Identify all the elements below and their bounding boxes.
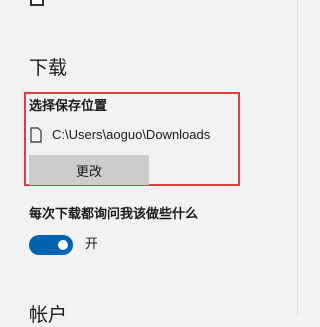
download-path: C:\Users\aoguo\Downloads — [52, 127, 211, 142]
file-icon — [30, 127, 42, 143]
choose-location-label: 选择保存位置 — [29, 99, 108, 114]
ask-toggle-row: 开 — [29, 235, 98, 255]
ask-toggle-state: 开 — [85, 237, 99, 252]
checkbox-icon[interactable] — [30, 0, 44, 6]
ask-each-download-label: 每次下载都询问我该做些什么 — [29, 207, 199, 222]
divider — [297, 0, 298, 316]
change-location-button[interactable]: 更改 — [29, 155, 149, 185]
download-path-row: C:\Users\aoguo\Downloads — [30, 126, 210, 144]
toggle-knob — [58, 240, 68, 250]
section-title-download: 下载 — [29, 57, 68, 79]
ask-toggle-switch[interactable] — [29, 235, 73, 255]
section-title-account: 帐户 — [29, 304, 68, 326]
